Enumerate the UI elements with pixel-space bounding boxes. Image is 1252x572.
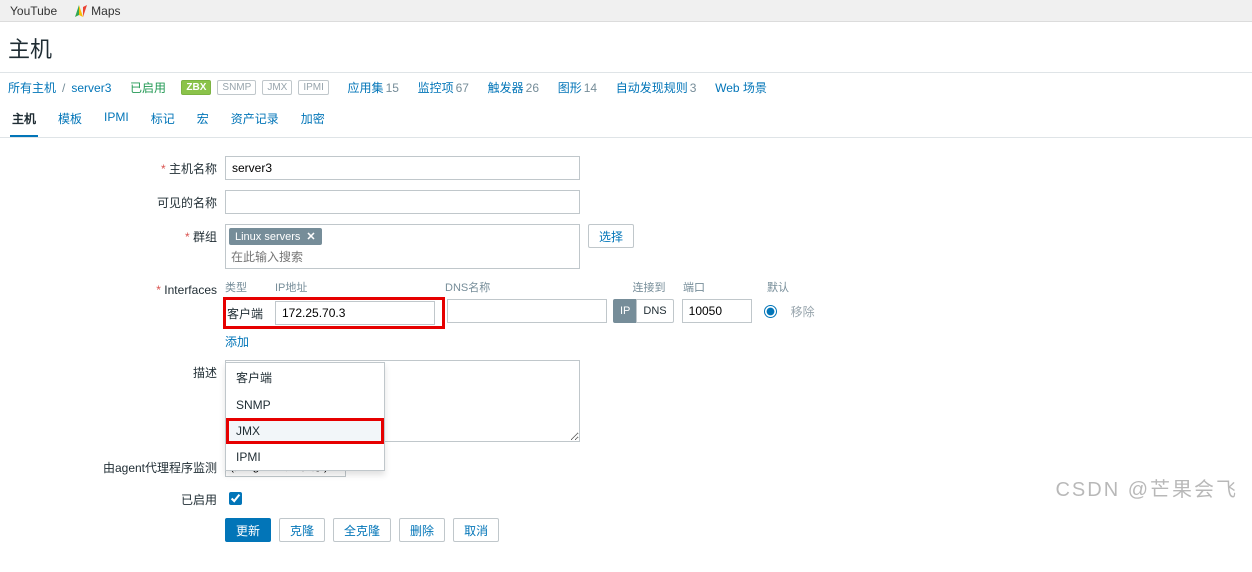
- breadcrumb-sep: /: [62, 81, 65, 95]
- crumb-graphs[interactable]: 图形14: [558, 79, 597, 96]
- tabs: 主机 模板 IPMI 标记 宏 资产记录 加密: [0, 102, 1252, 138]
- cancel-button[interactable]: 取消: [453, 518, 499, 542]
- groups-label: 群组: [10, 224, 225, 245]
- host-name-input[interactable]: [225, 156, 580, 180]
- enabled-label: 已启用: [10, 487, 225, 508]
- tag-zbx[interactable]: ZBX: [181, 80, 211, 95]
- groups-search-input[interactable]: [229, 249, 576, 265]
- description-label: 描述: [10, 360, 225, 381]
- bookmark-maps-label: Maps: [91, 4, 120, 18]
- interface-dns-input[interactable]: [447, 299, 607, 323]
- dropdown-item-jmx[interactable]: JMX: [226, 418, 384, 444]
- crumb-web[interactable]: Web 场景: [715, 79, 767, 96]
- dropdown-item-ipmi[interactable]: IPMI: [226, 444, 384, 470]
- interface-ip-input[interactable]: [275, 301, 435, 325]
- crumb-apps[interactable]: 应用集15: [348, 79, 399, 96]
- fullclone-button[interactable]: 全克隆: [333, 518, 391, 542]
- groups-tag-label: Linux servers: [235, 231, 300, 243]
- button-row: 更新 克隆 全克隆 删除 取消: [225, 518, 1242, 542]
- interface-type-label: 客户端: [227, 305, 275, 322]
- bookmark-youtube[interactable]: YouTube: [10, 4, 57, 18]
- dropdown-item-agent[interactable]: 客户端: [226, 363, 384, 392]
- host-form: 主机名称 可见的名称 群组 Linux servers ✕ 选择 Interfa…: [0, 138, 1252, 572]
- crumb-items[interactable]: 监控项67: [418, 79, 469, 96]
- interface-header: 类型 IP地址 DNS名称 连接到 端口 默认: [225, 279, 793, 295]
- tab-host[interactable]: 主机: [10, 102, 38, 137]
- crumb-discovery[interactable]: 自动发现规则3: [616, 79, 697, 96]
- page-title: 主机: [8, 32, 1244, 64]
- clone-button[interactable]: 克隆: [279, 518, 325, 542]
- enabled-checkbox[interactable]: [229, 492, 242, 505]
- tab-inventory[interactable]: 资产记录: [229, 102, 281, 137]
- crumb-triggers[interactable]: 触发器26: [488, 79, 539, 96]
- bookmark-maps[interactable]: Maps: [75, 4, 120, 18]
- bookmark-bar: YouTube Maps: [0, 0, 1252, 22]
- host-name-label: 主机名称: [10, 156, 225, 177]
- interface-remove-link[interactable]: 移除: [791, 303, 815, 320]
- proxy-label: 由agent代理程序监测: [10, 455, 225, 476]
- visible-name-input[interactable]: [225, 190, 580, 214]
- connect-ip-button[interactable]: IP: [613, 299, 636, 323]
- visible-name-label: 可见的名称: [10, 190, 225, 211]
- tab-encryption[interactable]: 加密: [299, 102, 327, 137]
- tab-ipmi[interactable]: IPMI: [102, 102, 131, 137]
- maps-icon: [75, 5, 87, 17]
- connect-dns-button[interactable]: DNS: [636, 299, 673, 323]
- tab-tags[interactable]: 标记: [149, 102, 177, 137]
- interface-type-dropdown[interactable]: 客户端 SNMP JMX IPMI: [225, 362, 385, 471]
- breadcrumb-all-hosts[interactable]: 所有主机: [8, 79, 56, 96]
- groups-select-button[interactable]: 选择: [588, 224, 634, 248]
- interface-port-input[interactable]: [682, 299, 752, 323]
- interface-default-radio[interactable]: [764, 305, 777, 318]
- interface-row-agent: 客户端: [225, 299, 443, 327]
- breadcrumb-current[interactable]: server3: [71, 81, 111, 95]
- tab-macros[interactable]: 宏: [195, 102, 211, 137]
- tag-snmp[interactable]: SNMP: [217, 80, 256, 95]
- interfaces-label: Interfaces: [10, 279, 225, 297]
- status-enabled: 已启用: [130, 79, 166, 96]
- tab-templates[interactable]: 模板: [56, 102, 84, 137]
- delete-button[interactable]: 删除: [399, 518, 445, 542]
- interface-add-link[interactable]: 添加: [225, 333, 793, 350]
- groups-multiselect[interactable]: Linux servers ✕: [225, 224, 580, 269]
- tag-ipmi[interactable]: IPMI: [298, 80, 329, 95]
- groups-tag-linux[interactable]: Linux servers ✕: [229, 228, 322, 245]
- update-button[interactable]: 更新: [225, 518, 271, 542]
- connect-to-toggle[interactable]: IP DNS: [613, 299, 674, 323]
- dropdown-item-snmp[interactable]: SNMP: [226, 392, 384, 418]
- breadcrumb: 所有主机 / server3 已启用 ZBX SNMP JMX IPMI 应用集…: [0, 73, 1252, 102]
- tag-jmx[interactable]: JMX: [262, 80, 292, 95]
- close-icon[interactable]: ✕: [306, 230, 315, 243]
